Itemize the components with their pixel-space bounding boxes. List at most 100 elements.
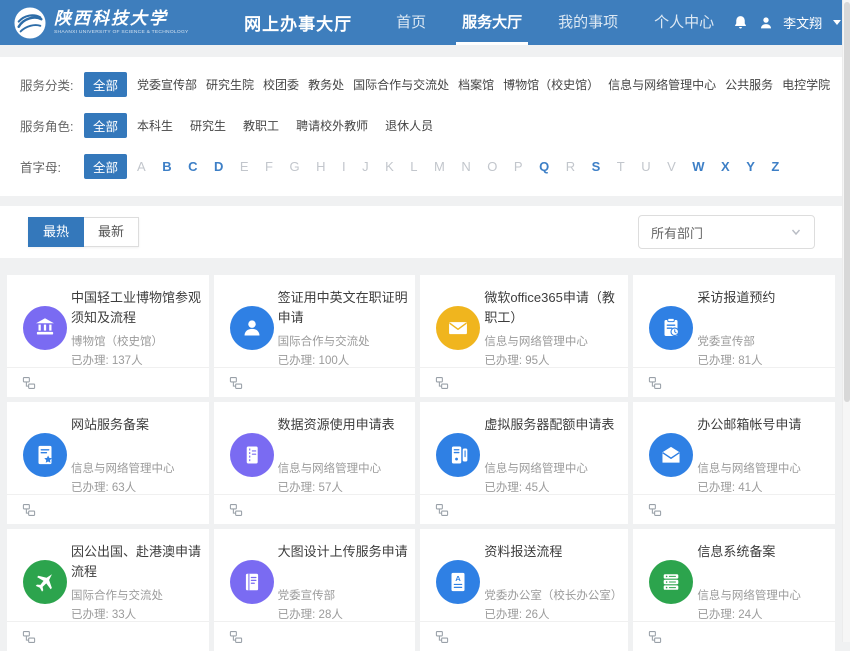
service-card[interactable]: 大图设计上传服务申请党委宣传部已办理: 28人 bbox=[214, 529, 416, 651]
category-option[interactable]: 党委宣传部 bbox=[137, 76, 197, 93]
service-title[interactable]: 资料报送流程 bbox=[484, 542, 622, 582]
flow-icon[interactable] bbox=[435, 630, 449, 644]
scrollbar[interactable] bbox=[842, 0, 850, 642]
initial-letter[interactable]: O bbox=[487, 159, 497, 174]
initial-letter[interactable]: A bbox=[137, 159, 146, 174]
initial-letter[interactable]: D bbox=[214, 159, 223, 174]
service-department: 信息与网络管理中心 bbox=[484, 460, 622, 476]
role-option[interactable]: 聘请校外教师 bbox=[296, 117, 368, 134]
flow-icon[interactable] bbox=[22, 630, 36, 644]
service-card[interactable]: 因公出国、赴港澳申请流程国际合作与交流处已办理: 33人 bbox=[7, 529, 209, 651]
tab-hottest[interactable]: 最热 bbox=[28, 217, 84, 247]
initial-letter[interactable]: N bbox=[461, 159, 470, 174]
initial-letter[interactable]: L bbox=[410, 159, 417, 174]
service-card-body: 办公邮箱帐号申请信息与网络管理中心已办理: 41人 bbox=[633, 402, 835, 494]
role-option[interactable]: 退休人员 bbox=[385, 117, 433, 134]
nav-item-my-matters[interactable]: 我的事项 bbox=[540, 0, 636, 45]
initial-letter[interactable]: G bbox=[289, 159, 299, 174]
category-option[interactable]: 研究生院 bbox=[206, 76, 254, 93]
caret-down-icon[interactable] bbox=[833, 20, 841, 25]
scrollbar-thumb[interactable] bbox=[844, 2, 850, 402]
service-card[interactable]: 网站服务备案信息与网络管理中心已办理: 63人 bbox=[7, 402, 209, 524]
service-title[interactable]: 办公邮箱帐号申请 bbox=[697, 415, 829, 455]
nav-item-personal-center[interactable]: 个人中心 bbox=[636, 0, 732, 45]
service-card[interactable]: A资料报送流程党委办公室（校长办公室）已办理: 26人 bbox=[420, 529, 628, 651]
initial-letter[interactable]: F bbox=[265, 159, 273, 174]
initial-letter[interactable]: W bbox=[692, 159, 704, 174]
initial-letter[interactable]: R bbox=[566, 159, 575, 174]
service-title[interactable]: 采访报道预约 bbox=[697, 288, 829, 328]
category-option[interactable]: 博物馆（校史馆） bbox=[503, 76, 599, 93]
category-option[interactable]: 教务处 bbox=[308, 76, 344, 93]
initial-letter[interactable]: P bbox=[514, 159, 523, 174]
service-card[interactable]: 签证用中英文在职证明申请国际合作与交流处已办理: 100人 bbox=[214, 275, 416, 397]
initial-letter[interactable]: H bbox=[316, 159, 325, 174]
service-handled-count: 已办理: 81人 bbox=[697, 352, 829, 368]
service-card[interactable]: 办公邮箱帐号申请信息与网络管理中心已办理: 41人 bbox=[633, 402, 835, 524]
department-select[interactable]: 所有部门 bbox=[638, 215, 815, 249]
service-title[interactable]: 微软office365申请（教职工） bbox=[484, 288, 622, 328]
flow-icon[interactable] bbox=[229, 503, 243, 517]
initial-letter[interactable]: Z bbox=[771, 159, 779, 174]
service-card-footer bbox=[214, 367, 416, 397]
initial-letter[interactable]: K bbox=[385, 159, 394, 174]
initial-letter[interactable]: S bbox=[592, 159, 601, 174]
bell-icon[interactable] bbox=[732, 14, 749, 31]
tab-newest[interactable]: 最新 bbox=[84, 217, 139, 247]
category-option[interactable]: 档案馆 bbox=[458, 76, 494, 93]
service-card[interactable]: 采访报道预约党委宣传部已办理: 81人 bbox=[633, 275, 835, 397]
service-card[interactable]: 中国轻工业博物馆参观须知及流程博物馆（校史馆）已办理: 137人 bbox=[7, 275, 209, 397]
flow-icon[interactable] bbox=[22, 376, 36, 390]
user-icon[interactable] bbox=[758, 15, 774, 31]
username[interactable]: 李文翔 bbox=[783, 13, 822, 32]
service-card[interactable]: 信息系统备案信息与网络管理中心已办理: 24人 bbox=[633, 529, 835, 651]
flow-icon[interactable] bbox=[22, 503, 36, 517]
nav-item-service-hall[interactable]: 服务大厅 bbox=[444, 0, 540, 45]
category-option[interactable]: 国际合作与交流处 bbox=[353, 76, 449, 93]
category-option-all[interactable]: 全部 bbox=[84, 72, 127, 97]
flow-icon[interactable] bbox=[229, 630, 243, 644]
initial-letter[interactable]: J bbox=[362, 159, 369, 174]
initial-letter[interactable]: U bbox=[641, 159, 650, 174]
service-title[interactable]: 签证用中英文在职证明申请 bbox=[278, 288, 410, 328]
service-title[interactable]: 数据资源使用申请表 bbox=[278, 415, 410, 455]
service-card[interactable]: 微软office365申请（教职工）信息与网络管理中心已办理: 95人 bbox=[420, 275, 628, 397]
initial-letter[interactable]: Y bbox=[746, 159, 755, 174]
role-option-all[interactable]: 全部 bbox=[84, 113, 127, 138]
category-option[interactable]: 信息与网络管理中心 bbox=[608, 76, 716, 93]
initial-letter[interactable]: E bbox=[240, 159, 249, 174]
flow-icon[interactable] bbox=[435, 376, 449, 390]
university-logo[interactable]: 陕西科技大学 SHAANXI UNIVERSITY OF SCIENCE & T… bbox=[14, 7, 218, 39]
initial-letter[interactable]: V bbox=[667, 159, 676, 174]
service-title[interactable]: 中国轻工业博物馆参观须知及流程 bbox=[71, 288, 203, 328]
service-card[interactable]: 虚拟服务器配额申请表信息与网络管理中心已办理: 45人 bbox=[420, 402, 628, 524]
initial-letter[interactable]: I bbox=[342, 159, 346, 174]
service-title[interactable]: 因公出国、赴港澳申请流程 bbox=[71, 542, 203, 582]
flow-icon[interactable] bbox=[648, 630, 662, 644]
flow-icon[interactable] bbox=[435, 503, 449, 517]
initial-letter[interactable]: T bbox=[617, 159, 625, 174]
initial-option-all[interactable]: 全部 bbox=[84, 154, 127, 179]
service-title[interactable]: 信息系统备案 bbox=[697, 542, 829, 582]
flow-icon[interactable] bbox=[648, 376, 662, 390]
category-option[interactable]: 公共服务 bbox=[725, 76, 773, 93]
service-title[interactable]: 网站服务备案 bbox=[71, 415, 203, 455]
category-option[interactable]: 电控学院 bbox=[782, 76, 830, 93]
role-option[interactable]: 本科生 bbox=[137, 117, 173, 134]
initial-letter[interactable]: C bbox=[188, 159, 197, 174]
filter-label-role: 服务角色: bbox=[20, 116, 84, 135]
initial-letter[interactable]: Q bbox=[539, 159, 549, 174]
flow-icon[interactable] bbox=[229, 376, 243, 390]
notebook-icon bbox=[230, 433, 274, 477]
service-title[interactable]: 大图设计上传服务申请 bbox=[278, 542, 410, 582]
role-option[interactable]: 研究生 bbox=[190, 117, 226, 134]
service-card[interactable]: 数据资源使用申请表信息与网络管理中心已办理: 57人 bbox=[214, 402, 416, 524]
nav-item-home[interactable]: 首页 bbox=[378, 0, 444, 45]
initial-letter[interactable]: B bbox=[162, 159, 171, 174]
initial-letter[interactable]: M bbox=[434, 159, 445, 174]
role-option[interactable]: 教职工 bbox=[243, 117, 279, 134]
service-title[interactable]: 虚拟服务器配额申请表 bbox=[484, 415, 622, 455]
flow-icon[interactable] bbox=[648, 503, 662, 517]
initial-letter[interactable]: X bbox=[721, 159, 730, 174]
category-option[interactable]: 校团委 bbox=[263, 76, 299, 93]
